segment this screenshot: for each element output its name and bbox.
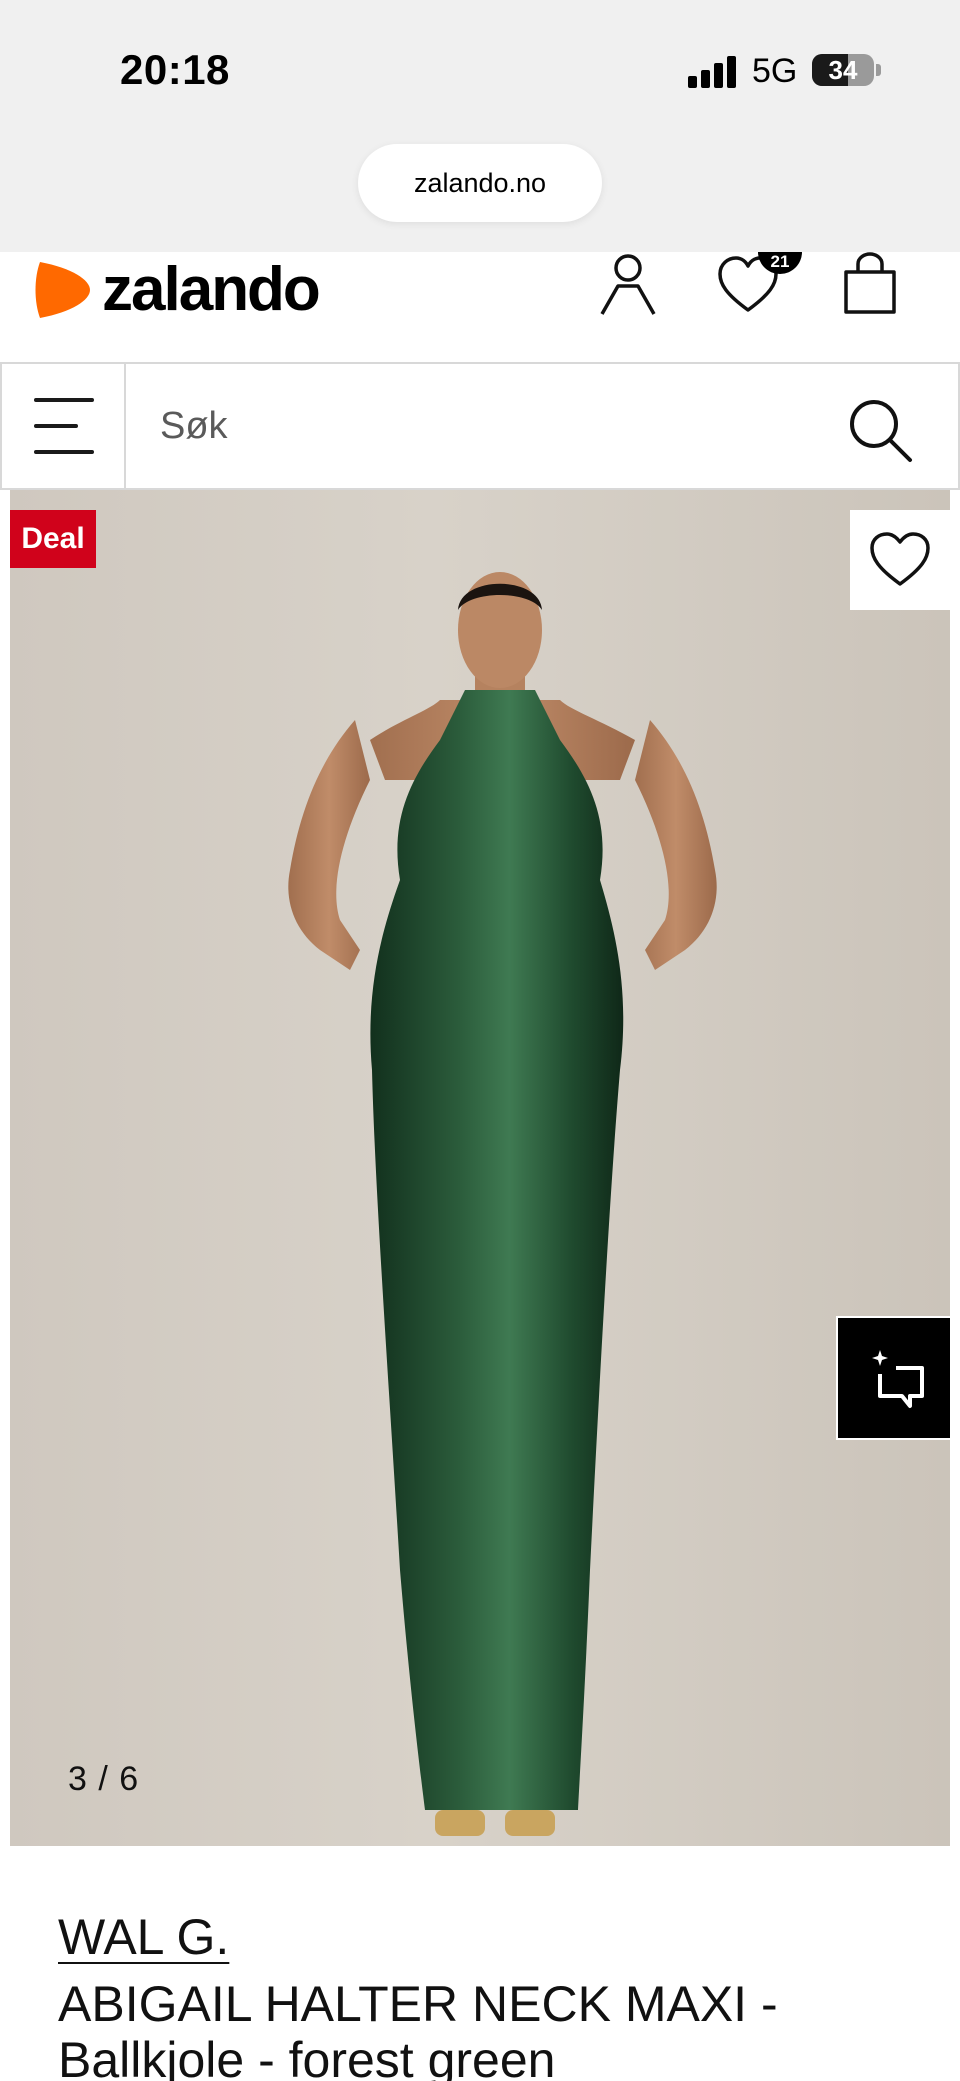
menu-button[interactable] bbox=[0, 364, 126, 488]
ai-assistant-button[interactable] bbox=[836, 1316, 950, 1440]
logo-text: zalando bbox=[102, 255, 321, 324]
product-title: ABIGAIL HALTER NECK MAXI - Ballkjole - f… bbox=[58, 1976, 778, 2081]
signal-strength-icon bbox=[688, 54, 738, 88]
battery-level: 34 bbox=[828, 55, 858, 85]
add-to-wishlist-button[interactable] bbox=[850, 510, 950, 610]
product-image bbox=[288, 572, 717, 1836]
ai-assistant-icon bbox=[872, 1350, 924, 1408]
battery-icon: 34 bbox=[812, 54, 874, 86]
product-image-gallery[interactable]: Deal 3 / 6 bbox=[10, 490, 950, 1846]
deal-badge: Deal bbox=[10, 510, 96, 568]
zalando-logo-icon bbox=[35, 261, 90, 318]
menu-icon bbox=[34, 398, 94, 402]
ios-status-area: 20:18 5G 34 zalando.no bbox=[0, 0, 960, 252]
bag-icon[interactable] bbox=[838, 252, 902, 320]
account-icon[interactable] bbox=[596, 252, 660, 320]
search-bar bbox=[0, 362, 960, 490]
wishlist-heart-icon bbox=[870, 532, 930, 586]
network-type: 5G bbox=[752, 52, 798, 90]
brand-link[interactable]: WAL G. bbox=[58, 1908, 229, 1966]
search-input[interactable] bbox=[160, 386, 800, 466]
search-icon[interactable] bbox=[846, 396, 914, 464]
status-time: 20:18 bbox=[120, 46, 230, 93]
address-bar[interactable]: zalando.no bbox=[358, 144, 602, 222]
image-counter: 3 / 6 bbox=[68, 1760, 140, 1798]
zalando-logo[interactable]: zalando bbox=[32, 254, 321, 325]
site-header: zalando 21 bbox=[0, 252, 960, 362]
battery-tip bbox=[876, 64, 881, 76]
